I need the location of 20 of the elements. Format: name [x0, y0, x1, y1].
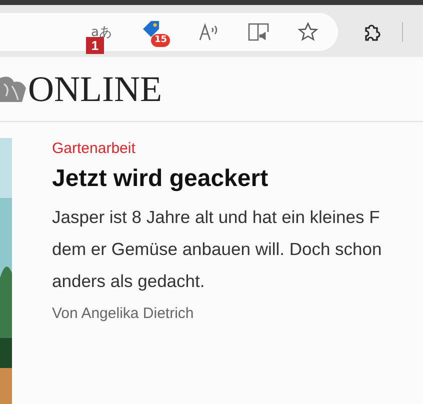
star-icon: [298, 22, 318, 42]
reader-view-button[interactable]: [248, 22, 270, 42]
emblem-icon: [0, 74, 26, 104]
read-aloud-button[interactable]: [198, 23, 220, 41]
site-logo[interactable]: ONLINE: [28, 71, 162, 107]
address-bar[interactable]: aあ 1 15: [0, 13, 338, 51]
teaser-text: dem er Gemüse anbauen will. Doch schon: [52, 238, 382, 261]
article-byline: Von Angelika Dietrich: [52, 305, 195, 322]
coupon-count-badge: 15: [151, 34, 170, 46]
callout-marker: 1: [86, 37, 104, 54]
book-speaker-icon: [248, 22, 270, 42]
coupon-button[interactable]: 15: [140, 18, 170, 46]
favorite-button[interactable]: [298, 22, 318, 42]
teaser-text: Jasper ist 8 Jahre alt und hat ein kleines F: [52, 206, 381, 229]
extensions-button[interactable]: [362, 22, 382, 42]
puzzle-icon: [362, 22, 382, 42]
article-category[interactable]: Gartenarbeit: [52, 140, 382, 157]
teaser-text: anders als gedacht.: [52, 270, 206, 293]
read-aloud-icon: [198, 23, 220, 41]
article-headline[interactable]: Jetzt wird geackert: [52, 165, 382, 193]
